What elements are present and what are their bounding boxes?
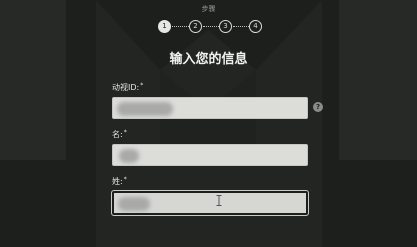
step-4: 4 (249, 20, 262, 33)
step-connector (172, 26, 189, 27)
anime-id-input[interactable] (112, 97, 308, 119)
step-connector (203, 26, 219, 27)
required-marker: * (140, 82, 144, 89)
page-title: 输入您的信息 (169, 52, 248, 67)
registration-page: 步骤 1 2 3 4 输入您的信息 动视ID:* ? 名:* 姓:* (0, 0, 417, 247)
step-3: 3 (219, 20, 232, 33)
redacted-value (117, 102, 173, 116)
anime-id-label-text: 动视ID: (112, 83, 140, 92)
required-marker: * (123, 176, 127, 183)
required-marker: * (123, 129, 127, 136)
step-connector (233, 26, 249, 27)
redacted-value (118, 197, 150, 211)
surname-label-text: 姓: (112, 177, 123, 186)
given-name-input[interactable] (112, 144, 308, 166)
surname-input[interactable] (111, 190, 309, 216)
redacted-value (119, 149, 139, 163)
text-cursor-icon (216, 195, 222, 206)
stepper: 1 2 3 4 (158, 20, 264, 36)
stepper-title: 步骤 (201, 5, 216, 13)
background-panel-right (339, 0, 417, 160)
step-1: 1 (158, 20, 171, 33)
anime-id-label: 动视ID:* (112, 82, 143, 93)
help-icon[interactable]: ? (313, 102, 323, 112)
surname-label: 姓:* (112, 176, 127, 187)
background-panel-left (0, 0, 66, 160)
given-name-label: 名:* (112, 129, 127, 140)
step-2: 2 (189, 20, 202, 33)
given-name-label-text: 名: (112, 130, 123, 139)
